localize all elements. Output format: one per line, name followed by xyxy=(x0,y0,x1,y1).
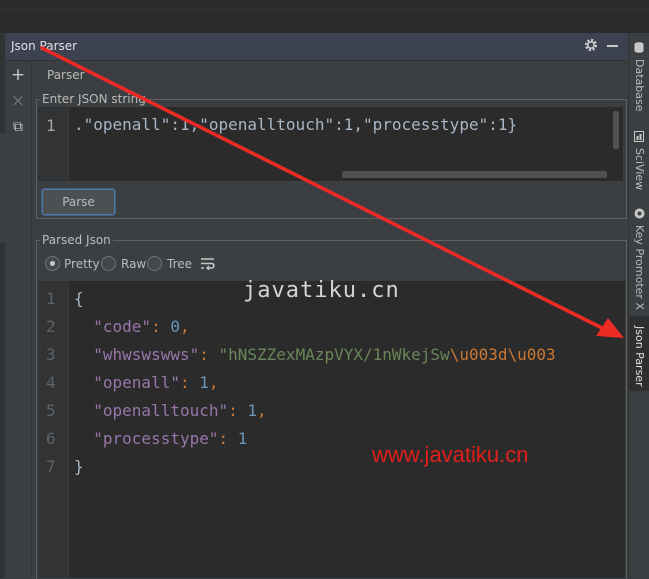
right-tool-window-bar: Database SciView Key Promoter X Json Par… xyxy=(628,33,649,578)
input-group-title: Enter JSON string xyxy=(40,92,148,106)
code-token: : xyxy=(228,401,248,420)
code-token: : xyxy=(179,373,200,392)
input-text[interactable]: ."openall":1,"openalltouch":1,"processty… xyxy=(74,115,517,134)
keyboard-icon xyxy=(634,208,645,219)
code-token: 1 xyxy=(247,401,258,420)
code-line: "openalltouch": 1, xyxy=(74,401,267,420)
radio-tree-label[interactable]: Tree xyxy=(167,257,192,271)
tool-window-sciview-label: SciView xyxy=(633,148,646,191)
radio-tree[interactable] xyxy=(147,256,162,271)
tool-window-json-parser-label: Json Parser xyxy=(633,326,646,387)
code-token: 1 xyxy=(199,373,209,392)
code-token: "whwswswws" xyxy=(74,345,200,364)
line-number: 5 xyxy=(46,401,56,420)
code-line: "code": 0, xyxy=(74,317,190,336)
line-number: 1 xyxy=(46,289,56,308)
tool-window-header: Json Parser xyxy=(5,33,628,61)
code-token: , xyxy=(257,401,267,420)
code-line: "whwswswws": "hNSZZexMAzpVYX/1nWkejSw\u0… xyxy=(74,345,556,364)
ide-top-strip xyxy=(0,0,649,10)
wrap-icon[interactable] xyxy=(201,257,215,270)
tool-window-title: Json Parser xyxy=(11,39,78,53)
tool-window-database[interactable]: Database xyxy=(629,33,649,113)
line-number: 4 xyxy=(46,373,56,392)
line-number: 1 xyxy=(46,116,56,135)
line-number: 2 xyxy=(46,317,56,336)
line-number: 3 xyxy=(46,345,56,364)
watermark-bottom: www.javatiku.cn xyxy=(372,442,529,467)
code-token: "hNSZZexMAzpVYX/1nWkejSw xyxy=(218,345,450,364)
json-output-editor[interactable]: 1 {2 "code": 0, 3 "whwswswws": "hNSZZexMAz… xyxy=(38,281,625,578)
radio-raw-label[interactable]: Raw xyxy=(121,257,146,271)
code-token: : xyxy=(199,345,219,364)
editor-tabs-area xyxy=(0,10,649,33)
gear-icon[interactable] xyxy=(583,37,599,53)
code-token: "openall" xyxy=(74,373,180,392)
tool-window-database-label: Database xyxy=(633,59,646,112)
code-line: "openall": 1, xyxy=(74,373,219,392)
code-line: "processtype": 1 xyxy=(74,429,247,448)
tool-window-json-parser[interactable]: Json Parser xyxy=(629,316,649,391)
copy-icon[interactable]: ⧉ xyxy=(10,119,26,135)
radio-pretty[interactable] xyxy=(45,256,60,271)
close-icon[interactable]: × xyxy=(10,93,26,110)
line-number: 7 xyxy=(46,457,56,476)
parse-button[interactable]: Parse xyxy=(42,189,115,215)
sciview-icon xyxy=(634,131,644,142)
tool-window-sciview[interactable]: SciView xyxy=(629,131,649,191)
code-token: { xyxy=(74,289,84,308)
code-line: } xyxy=(74,457,84,476)
database-icon xyxy=(634,42,644,53)
code-token: : xyxy=(218,429,238,448)
output-group-title: Parsed Json xyxy=(40,233,113,247)
add-icon[interactable]: + xyxy=(10,67,26,84)
code-token: "openalltouch" xyxy=(74,401,229,420)
input-gutter: 1 xyxy=(38,107,69,181)
code-token: } xyxy=(74,457,84,476)
input-horizontal-scrollbar[interactable] xyxy=(342,171,607,178)
code-line: { xyxy=(74,289,84,308)
code-token: , xyxy=(208,373,219,392)
line-number: 6 xyxy=(46,429,56,448)
code-token: 0 xyxy=(170,317,180,336)
hide-icon[interactable] xyxy=(607,45,618,47)
code-token: \u003d\u003 xyxy=(449,345,556,364)
code-token: 1 xyxy=(237,429,248,448)
tool-window-key-promoter-x[interactable]: Key Promoter X xyxy=(629,206,649,318)
input-vertical-scrollbar[interactable] xyxy=(613,111,619,149)
tool-window-toolbar: + × ⧉ xyxy=(5,61,32,578)
json-input-editor[interactable]: 1 ."openall":1,"openalltouch":1,"process… xyxy=(38,107,623,181)
code-token: , xyxy=(179,317,190,336)
tab-parser[interactable]: Parser xyxy=(47,68,85,82)
code-token: "processtype" xyxy=(74,429,219,448)
code-token: : xyxy=(151,317,171,336)
watermark-top: javatiku.cn xyxy=(243,278,400,303)
code-token: "code" xyxy=(74,317,152,336)
radio-pretty-label[interactable]: Pretty xyxy=(64,257,100,271)
tool-window-key-promoter-x-label: Key Promoter X xyxy=(633,225,646,310)
tab-bar: Parser xyxy=(32,61,628,89)
radio-raw[interactable] xyxy=(101,256,116,271)
